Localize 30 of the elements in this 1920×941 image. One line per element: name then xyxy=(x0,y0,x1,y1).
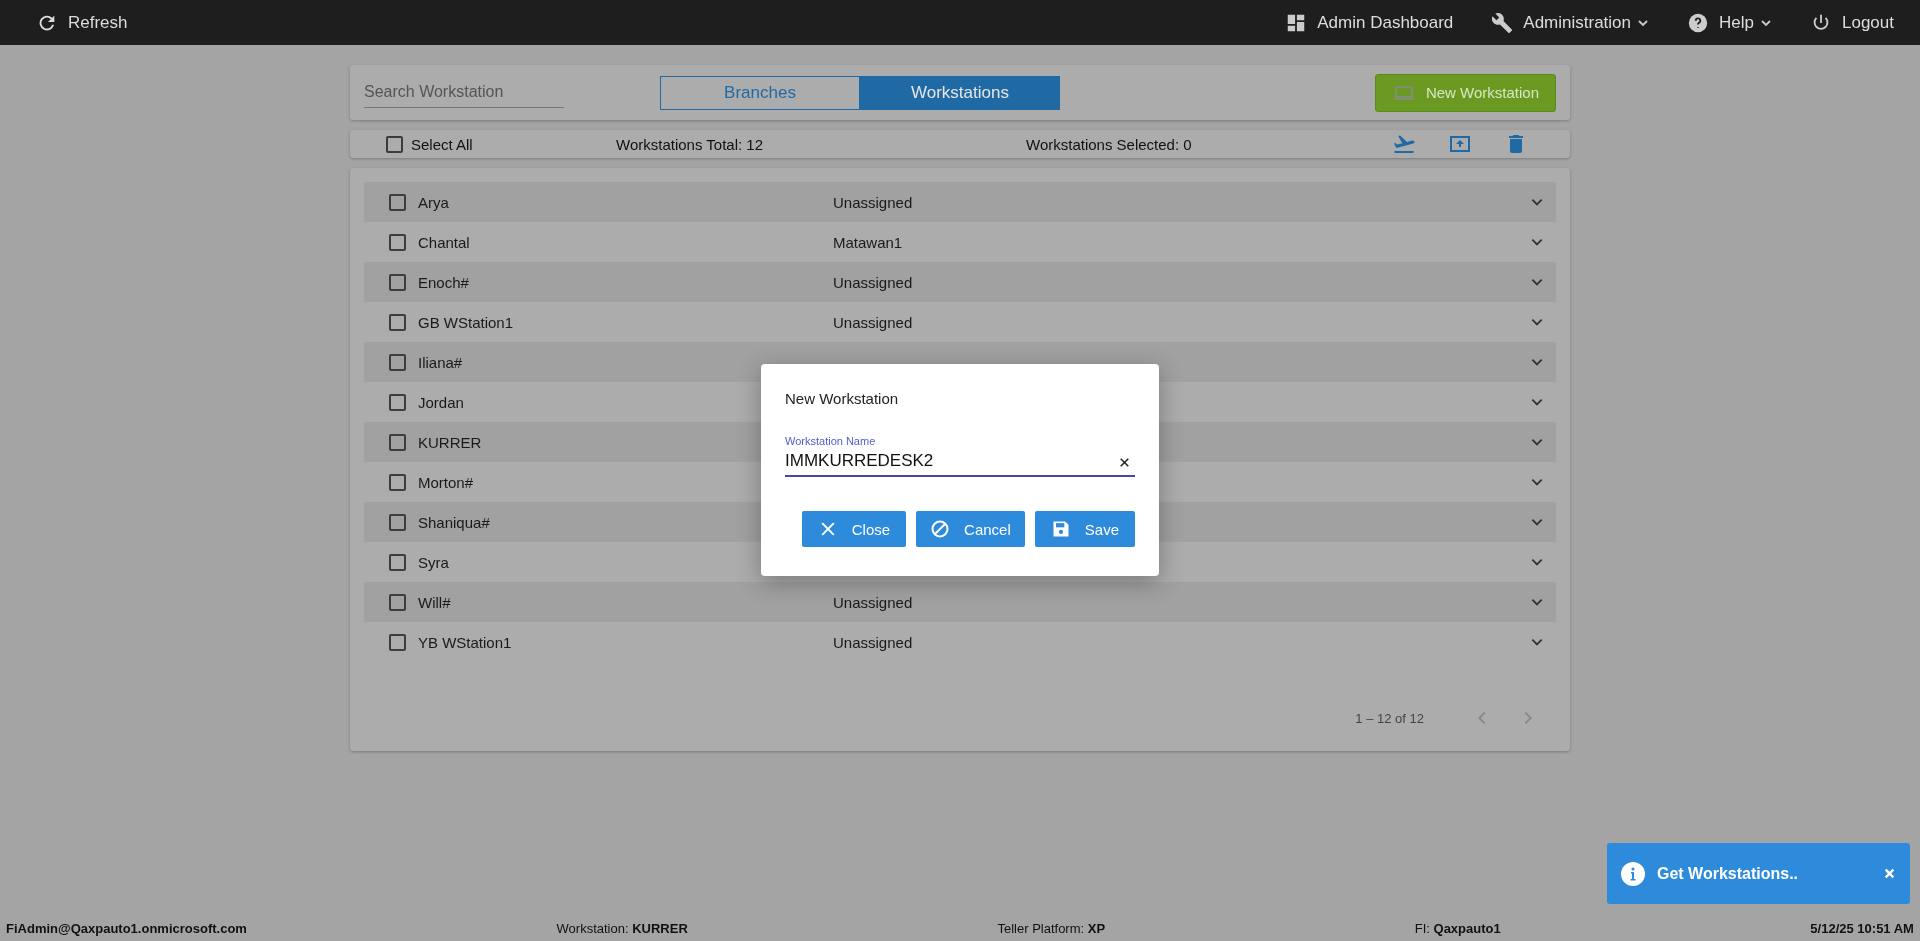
selected-count: Workstations Selected: 0 xyxy=(1026,135,1193,153)
status-item: FI: Qaxpauto1 xyxy=(1414,920,1501,936)
total-count: Workstations Total: 12 xyxy=(616,135,765,153)
branch-name: Unassigned xyxy=(833,593,913,611)
status-item: Workstation: KURRER xyxy=(556,920,688,936)
workstation-name: GB WStation1 xyxy=(418,313,514,331)
branch-name: Matawan1 xyxy=(833,233,903,251)
branch-name: Unassigned xyxy=(833,313,913,331)
status-item: 5/12/25 10:51 AM xyxy=(1810,920,1914,936)
select-all-label: Select All xyxy=(411,135,473,153)
workstation-name: Iliana# xyxy=(418,353,463,371)
workstation-name: Will# xyxy=(418,593,451,611)
page-range: 1 – 12 of 12 xyxy=(1355,710,1424,726)
branch-name: Unassigned xyxy=(833,193,913,211)
toast-message: Get Workstations.. xyxy=(1657,864,1800,883)
field-label: Workstation Name xyxy=(785,435,876,447)
workstation-name: KURRER xyxy=(418,433,482,451)
status-item: Teller Platform: XP xyxy=(997,920,1106,936)
workstation-name: Morton# xyxy=(418,473,474,491)
dialog-title: New Workstation xyxy=(785,390,900,407)
workstation-name: Jordan xyxy=(418,393,464,411)
workstation-name: Enoch# xyxy=(418,273,469,291)
branch-name: Unassigned xyxy=(833,633,913,651)
branch-name: Unassigned xyxy=(833,273,913,291)
status-item: FiAdmin@Qaxpauto1.onmicrosoft.com xyxy=(6,920,247,936)
workstation-name: Shaniqua# xyxy=(418,513,490,531)
workstation-name: Syra xyxy=(418,553,449,571)
workstation-name: YB WStation1 xyxy=(418,633,512,651)
workstation-name: Chantal xyxy=(418,233,470,251)
workstation-name: Arya xyxy=(418,193,449,211)
